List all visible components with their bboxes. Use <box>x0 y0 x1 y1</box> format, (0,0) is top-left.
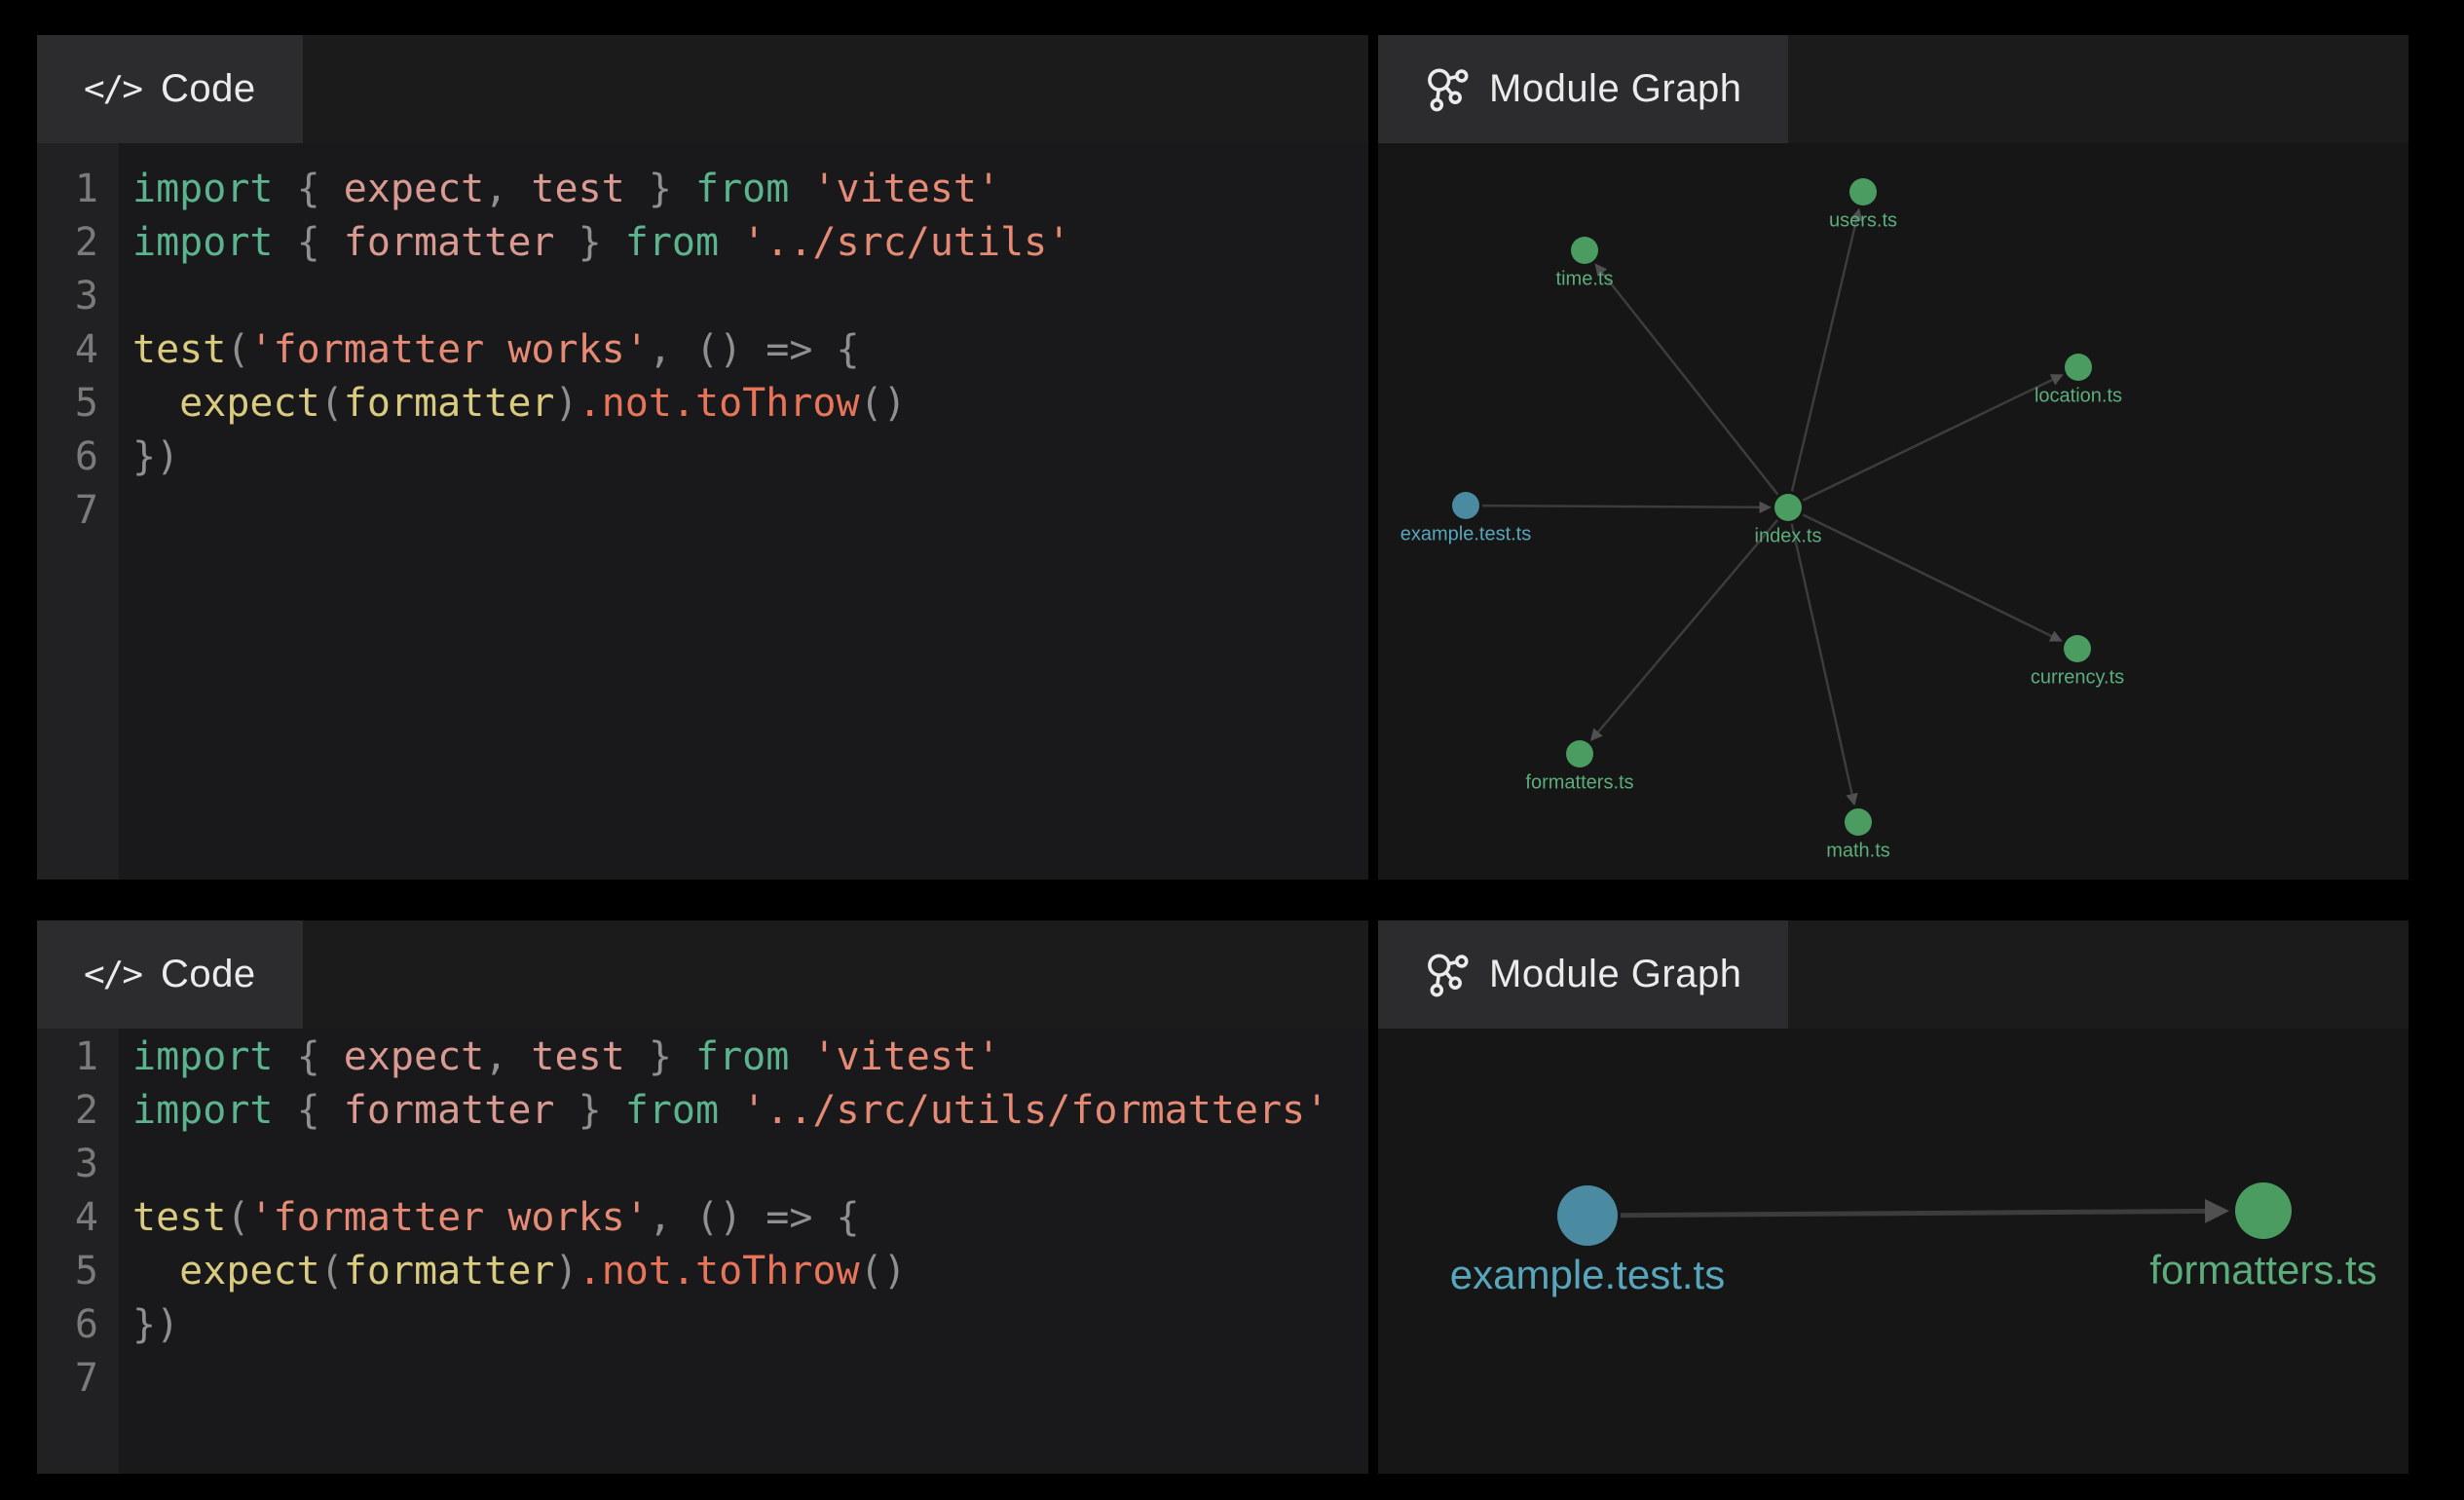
code-line: 4test('formatter works', () => { <box>37 323 1368 377</box>
code-line: 1import { expect, test } from 'vitest' <box>37 163 1368 216</box>
line-number: 7 <box>37 484 119 538</box>
graph-node-label-formatters.ts: formatters.ts <box>1525 771 1633 793</box>
code-text: expect(formatter).not.toThrow() <box>119 1245 907 1298</box>
module-graph-canvas-top[interactable]: users.ts time.ts location.ts example.test.t… <box>1378 143 2408 880</box>
graph-edge-index.ts-to-formatters.ts <box>1592 520 1777 739</box>
code-text: test('formatter works', () => { <box>119 323 860 377</box>
graph-node-label-location.ts: location.ts <box>2035 385 2122 406</box>
code-line: 3 <box>37 1138 1368 1191</box>
code-text: test('formatter works', () => { <box>119 1191 860 1245</box>
tab-code-label: Code <box>161 67 256 111</box>
code-panel-top: </> Code 1import { expect, test } from '… <box>37 35 1368 880</box>
graph-node-label-example.test.ts: example.test.ts <box>1400 523 1532 544</box>
graph-node-formatters.ts[interactable] <box>2235 1182 2292 1239</box>
module-graph-panel-top: Module Graph users.ts time.ts location.ts e… <box>1378 35 2408 880</box>
line-number: 6 <box>37 431 119 484</box>
code-text <box>119 270 132 323</box>
graph-node-label-time.ts: time.ts <box>1556 268 1614 289</box>
code-text: expect(formatter).not.toThrow() <box>119 377 907 431</box>
graph-node-math.ts[interactable] <box>1845 808 1872 836</box>
code-editor-top: 1import { expect, test } from 'vitest'2i… <box>37 143 1368 880</box>
graph-node-example.test.ts[interactable] <box>1452 492 1479 519</box>
module-graph-icon <box>1425 67 1470 112</box>
graph-node-index.ts[interactable] <box>1774 494 1802 521</box>
code-line: 6}) <box>37 431 1368 484</box>
module-graph-bottom-header: Module Graph <box>1378 920 2408 1029</box>
line-number: 2 <box>37 1084 119 1138</box>
graph-node-label-users.ts: users.ts <box>1829 209 1897 231</box>
module-graph-svg-bottom: example.test.ts formatters.ts <box>1378 1029 2408 1474</box>
code-panel-top-header: </> Code <box>37 35 1368 143</box>
graph-node-location.ts[interactable] <box>2065 354 2092 381</box>
graph-node-currency.ts[interactable] <box>2064 635 2091 662</box>
code-icon: </> <box>84 69 141 109</box>
code-text: import { expect, test } from 'vitest' <box>119 163 1000 216</box>
code-text: }) <box>119 1298 179 1352</box>
code-line: 5 expect(formatter).not.toThrow() <box>37 1245 1368 1298</box>
code-editor-bottom: 1import { expect, test } from 'vitest'2i… <box>37 1029 1368 1474</box>
graph-node-formatters.ts[interactable] <box>1566 740 1593 768</box>
code-text <box>119 1138 132 1191</box>
code-icon: </> <box>84 955 141 994</box>
code-line: 6}) <box>37 1298 1368 1352</box>
module-graph-svg-top: users.ts time.ts location.ts example.test.t… <box>1378 143 2408 880</box>
graph-node-example.test.ts[interactable] <box>1557 1185 1618 1246</box>
code-panel-bottom-header: </> Code <box>37 920 1368 1029</box>
tab-module-graph-bottom[interactable]: Module Graph <box>1378 920 1788 1029</box>
tab-code-bottom[interactable]: </> Code <box>37 920 303 1029</box>
code-text: import { formatter } from '../src/utils' <box>119 216 1070 270</box>
module-graph-top-header: Module Graph <box>1378 35 2408 143</box>
graph-edge-index.ts-to-math.ts <box>1792 524 1854 804</box>
code-text: import { formatter } from '../src/utils/… <box>119 1084 1328 1138</box>
graph-edge-index.ts-to-location.ts <box>1803 375 2061 500</box>
graph-node-users.ts[interactable] <box>1849 178 1877 206</box>
code-line: 4test('formatter works', () => { <box>37 1191 1368 1245</box>
code-line: 2import { formatter } from '../src/utils… <box>37 216 1368 270</box>
graph-edge-example.test.ts-to-formatters.ts <box>1621 1211 2224 1215</box>
line-number: 3 <box>37 270 119 323</box>
graph-edge-example.test.ts-to-index.ts <box>1482 506 1770 507</box>
line-number: 1 <box>37 163 119 216</box>
tab-module-graph-top[interactable]: Module Graph <box>1378 35 1788 143</box>
graph-node-label-index.ts: index.ts <box>1755 525 1822 546</box>
graph-node-label-example.test.ts: example.test.ts <box>1450 1252 1725 1297</box>
code-line: 2import { formatter } from '../src/utils… <box>37 1084 1368 1138</box>
line-number: 2 <box>37 216 119 270</box>
line-number: 7 <box>37 1352 119 1406</box>
graph-node-time.ts[interactable] <box>1571 237 1598 264</box>
code-lines-bottom: 1import { expect, test } from 'vitest'2i… <box>37 1029 1368 1406</box>
code-panel-bottom: </> Code 1import { expect, test } from '… <box>37 920 1368 1474</box>
code-line: 3 <box>37 270 1368 323</box>
code-lines-top: 1import { expect, test } from 'vitest'2i… <box>37 143 1368 538</box>
code-line: 7 <box>37 484 1368 538</box>
code-line: 5 expect(formatter).not.toThrow() <box>37 377 1368 431</box>
graph-node-label-currency.ts: currency.ts <box>2031 666 2124 688</box>
code-text: import { expect, test } from 'vitest' <box>119 1031 1000 1084</box>
graph-node-label-math.ts: math.ts <box>1826 840 1890 861</box>
vitest-ui-screenshot: </> Code 1import { expect, test } from '… <box>0 0 2464 1500</box>
line-number: 3 <box>37 1138 119 1191</box>
tab-code-top[interactable]: </> Code <box>37 35 303 143</box>
line-number: 4 <box>37 1191 119 1245</box>
module-graph-canvas-bottom[interactable]: example.test.ts formatters.ts <box>1378 1029 2408 1474</box>
code-text <box>119 1352 132 1406</box>
code-line: 7 <box>37 1352 1368 1406</box>
tab-module-graph-label: Module Graph <box>1489 953 1741 996</box>
line-number: 4 <box>37 323 119 377</box>
code-text: }) <box>119 431 179 484</box>
module-graph-icon <box>1425 953 1470 997</box>
code-text <box>119 484 132 538</box>
graph-edge-index.ts-to-time.ts <box>1596 265 1777 494</box>
module-graph-panel-bottom: Module Graph example.test.ts formatters.t… <box>1378 920 2408 1474</box>
line-number: 5 <box>37 1245 119 1298</box>
graph-edge-index.ts-to-currency.ts <box>1803 514 2060 640</box>
line-number: 1 <box>37 1031 119 1084</box>
graph-node-label-formatters.ts: formatters.ts <box>2149 1247 2376 1293</box>
graph-edge-index.ts-to-users.ts <box>1792 210 1859 491</box>
tab-code-label: Code <box>161 953 256 996</box>
code-line: 1import { expect, test } from 'vitest' <box>37 1031 1368 1084</box>
line-number: 5 <box>37 377 119 431</box>
line-number: 6 <box>37 1298 119 1352</box>
tab-module-graph-label: Module Graph <box>1489 67 1741 111</box>
